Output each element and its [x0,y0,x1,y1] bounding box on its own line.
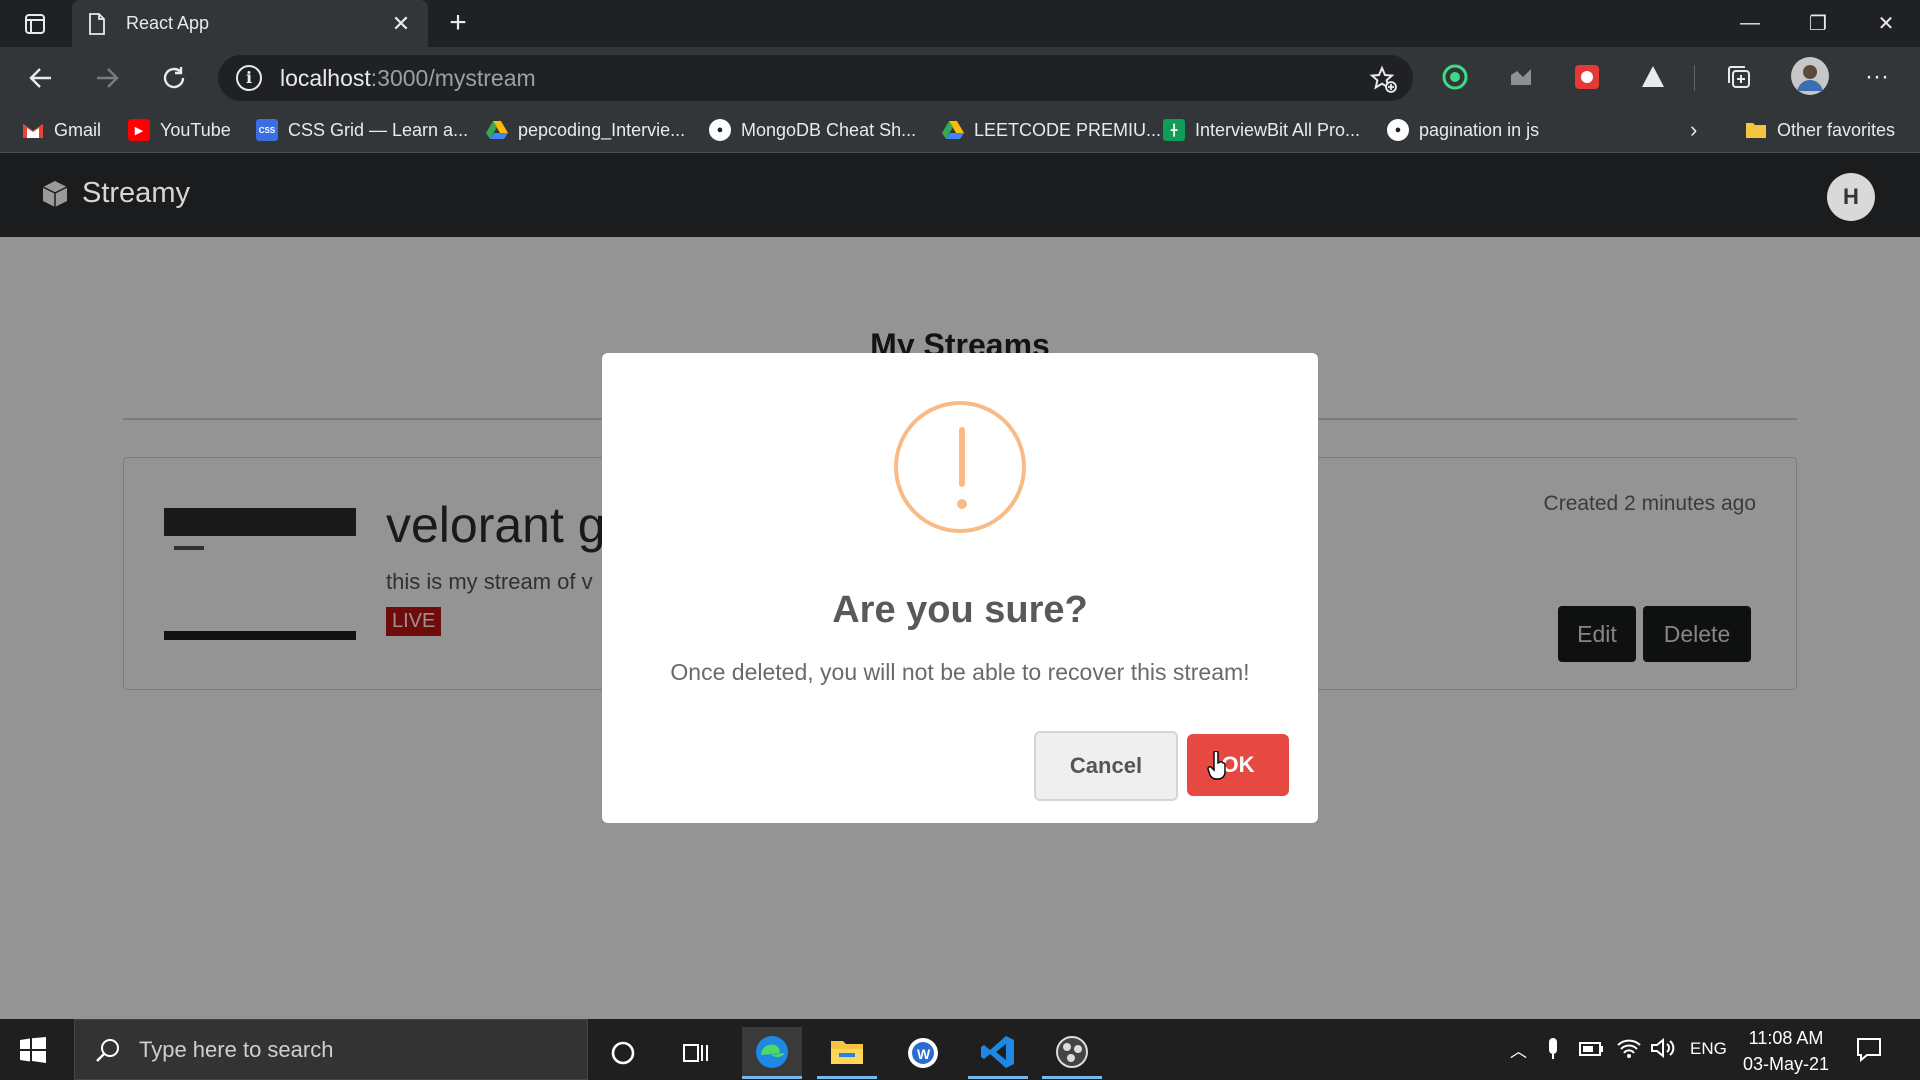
bookmark-label: LEETCODE PREMIU... [974,119,1162,140]
url-host: localhost [280,64,371,91]
task-view-icon[interactable] [666,1027,726,1079]
app-header: Streamy H [0,153,1920,237]
add-favorite-icon[interactable] [1369,65,1397,93]
bookmark-label: CSS Grid — Learn a... [288,119,469,140]
forward-icon[interactable] [88,59,126,97]
window-controls: — ❐ ✕ [1716,0,1920,47]
bookmark-css-grid[interactable]: CSS CSS Grid — Learn a... [256,117,468,143]
volume-icon[interactable] [1650,1037,1676,1064]
github-icon: ● [709,119,731,141]
bookmark-label: MongoDB Cheat Sh... [741,119,917,140]
bookmark-label: InterviewBit All Pro... [1195,119,1361,140]
edge-browser-icon[interactable] [742,1027,802,1079]
reload-icon[interactable] [155,59,193,97]
word-app-icon[interactable]: W [893,1027,953,1079]
battery-icon[interactable] [1578,1037,1604,1064]
clock-time: 11:08 AM [1748,1028,1824,1048]
minimize-icon[interactable]: — [1716,0,1784,47]
clock-date: 03-May-21 [1742,1054,1830,1074]
bookmark-label: pepcoding_Intervie... [518,119,686,140]
bookmark-leetcode[interactable]: LEETCODE PREMIU... [942,117,1161,143]
other-favorites-label: Other favorites [1777,119,1896,140]
bookmark-label: YouTube [160,119,231,140]
back-icon[interactable] [22,59,60,97]
close-tab-icon[interactable]: ✕ [390,11,412,37]
browser-tabstrip: React App ✕ + — ❐ ✕ [0,0,1920,47]
bookmark-interviewbit[interactable]: ╋ InterviewBit All Pro... [1163,117,1360,143]
brand-name: Streamy [82,177,190,209]
address-bar[interactable]: i localhost:3000/mystream [218,55,1413,101]
modal-text: Once deleted, you will not be able to re… [670,659,1250,685]
bookmark-mongodb[interactable]: ● MongoDB Cheat Sh... [709,117,916,143]
extension-chart-icon[interactable] [1505,61,1537,93]
show-hidden-icons-icon[interactable]: ︿ [1510,1037,1527,1062]
obs-studio-icon[interactable] [1042,1027,1102,1079]
new-tab-icon[interactable]: + [442,8,474,40]
search-icon [96,1038,119,1062]
collections-icon[interactable] [1723,61,1755,93]
bookmark-label: pagination in js [1419,119,1540,140]
windows-taskbar: Type here to search W ︿ ENG 11:08 AM 03-… [0,1019,1920,1080]
bookmark-youtube[interactable]: ▶ YouTube [128,117,231,143]
youtube-icon: ▶ [128,119,150,141]
windows-start-icon[interactable] [20,1037,46,1063]
url-path: :3000/mystream [370,64,536,91]
bookmark-pagination[interactable]: ● pagination in js [1387,117,1539,143]
restore-icon[interactable]: ❐ [1784,0,1852,47]
confirm-modal: Are you sure? Once deleted, you will not… [602,353,1318,823]
bookmark-gmail[interactable]: Gmail [22,117,101,143]
browser-tab[interactable]: React App ✕ [72,0,428,47]
brand-link[interactable]: Streamy [40,177,190,210]
tab-title: React App [126,13,210,33]
vscode-icon[interactable] [968,1027,1028,1079]
notifications-icon[interactable] [1855,1035,1883,1063]
browser-toolbar: i localhost:3000/mystream ··· [0,47,1920,107]
ok-button[interactable]: OK [1187,734,1289,796]
svg-text:W: W [917,1046,931,1062]
site-info-icon[interactable]: i [236,65,262,91]
gmail-icon [22,119,44,141]
user-avatar[interactable]: H [1827,173,1875,221]
more-menu-icon[interactable]: ··· [1861,61,1893,93]
github-icon: ● [1387,119,1409,141]
extension-circle-icon[interactable] [1439,61,1471,93]
modal-title: Are you sure? [832,589,1088,631]
page-icon [89,12,105,35]
css-grid-icon: CSS [256,119,278,141]
toolbar-separator [1694,65,1695,91]
search-placeholder: Type here to search [139,1036,334,1062]
tab-actions-icon[interactable] [20,10,50,38]
cancel-button[interactable]: Cancel [1034,731,1178,801]
bookmark-other-favorites[interactable]: Other favorites [1745,117,1895,143]
close-window-icon[interactable]: ✕ [1852,0,1920,47]
cortana-icon[interactable] [593,1027,653,1079]
hand-cursor-icon [1207,751,1226,780]
folder-icon [1745,119,1767,141]
wifi-icon[interactable] [1616,1037,1642,1064]
bookmark-label: Gmail [54,119,102,140]
file-explorer-icon[interactable] [817,1027,877,1079]
system-clock[interactable]: 11:08 AM 03-May-21 [1736,1025,1836,1077]
google-sheets-icon: ╋ [1163,119,1185,141]
cube-icon [42,180,68,207]
chevron-right-icon[interactable]: › [1690,117,1697,143]
profile-avatar[interactable] [1791,57,1829,95]
extension-red-icon[interactable] [1571,61,1603,93]
taskbar-search[interactable]: Type here to search [74,1019,588,1080]
bookmarks-bar: Gmail ▶ YouTube CSS CSS Grid — Learn a..… [0,107,1920,153]
google-drive-icon [486,119,508,141]
extension-triangle-icon[interactable] [1637,61,1669,93]
microphone-icon[interactable] [1546,1037,1560,1066]
bookmark-pepcoding[interactable]: pepcoding_Intervie... [486,117,685,143]
google-drive-icon [942,119,964,141]
warning-icon [894,401,1026,533]
language-indicator[interactable]: ENG [1690,1039,1727,1059]
